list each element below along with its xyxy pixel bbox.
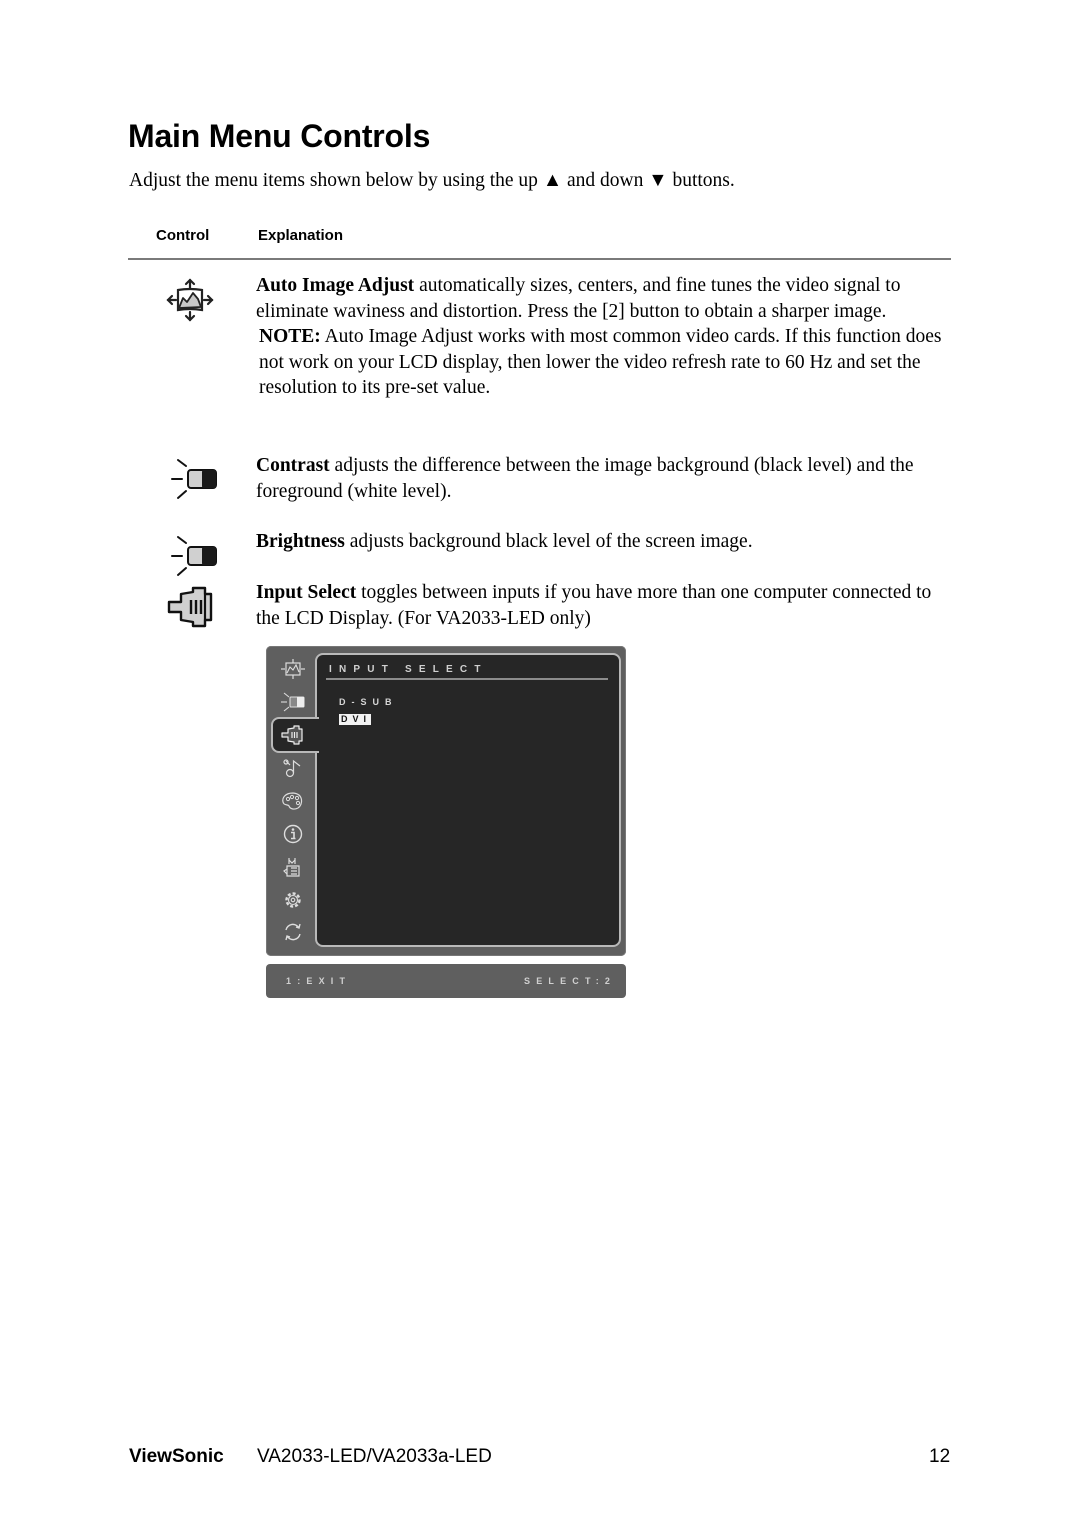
manual-image-adjust-icon[interactable] [280,856,306,878]
control-row-brightness: Brightness adjusts background black leve… [256,529,956,555]
control-text: toggles between inputs if you have more … [256,582,932,629]
setup-menu-icon[interactable] [280,889,306,911]
footer-brand: ViewSonic [129,1446,224,1467]
osd-tab-join [315,719,319,751]
footer-page-number: 12 [929,1446,951,1467]
header-rule [128,258,951,260]
contrast-brightness-icon[interactable] [280,691,306,713]
intro-between: and down [567,170,644,191]
column-header-control: Control [156,227,210,244]
control-text: adjusts the difference between the image… [256,455,914,502]
osd-select-hint: SELECT:2 [524,976,617,986]
audio-adjust-icon[interactable] [280,757,306,779]
intro-before: Adjust the menu items shown below by usi… [129,170,538,191]
auto-image-adjust-icon[interactable] [280,658,306,680]
control-row-auto-image-adjust: Auto Image Adjust automatically sizes, c… [256,273,956,401]
intro-after: buttons. [672,170,735,191]
osd-exit-hint: 1:EXIT [286,976,352,986]
osd-hint-bar: 1:EXIT SELECT:2 [266,964,626,998]
control-text: adjusts background black level of the sc… [344,531,753,552]
control-row-contrast: Contrast adjusts the difference between … [256,453,956,504]
control-term: Auto Image Adjust [256,275,415,296]
page-title: Main Menu Controls [128,118,431,154]
note-label: NOTE: [259,326,321,347]
auto-image-adjust-icon [166,278,214,322]
down-arrow-icon: ▼ [648,170,668,191]
osd-menu-title: INPUT SELECT [329,664,488,675]
up-arrow-icon: ▲ [542,170,563,191]
note: NOTE: Auto Image Adjust works with most … [256,324,956,401]
osd-title-rule [326,678,608,680]
control-term: Input Select [256,582,357,603]
intro-text: Adjust the menu items shown below by usi… [129,170,735,192]
memory-recall-icon[interactable] [280,921,306,943]
control-term: Contrast [256,455,330,476]
color-adjust-icon[interactable] [280,790,306,812]
column-header-explanation: Explanation [258,227,344,244]
control-row-input-select: Input Select toggles between inputs if y… [256,580,956,631]
note-text: Auto Image Adjust works with most common… [259,326,942,398]
input-select-icon[interactable] [280,724,306,746]
contrast-icon [171,459,217,499]
osd-menu-window [266,646,626,956]
control-term: Brightness [256,531,345,552]
input-select-icon [167,586,213,628]
osd-option-dvi[interactable]: DVI [339,714,372,725]
osd-option-dsub[interactable]: D-SUB [339,697,398,707]
information-icon[interactable] [280,823,306,845]
brightness-icon [171,536,217,576]
footer-model: VA2033-LED/VA2033a-LED [257,1446,492,1467]
